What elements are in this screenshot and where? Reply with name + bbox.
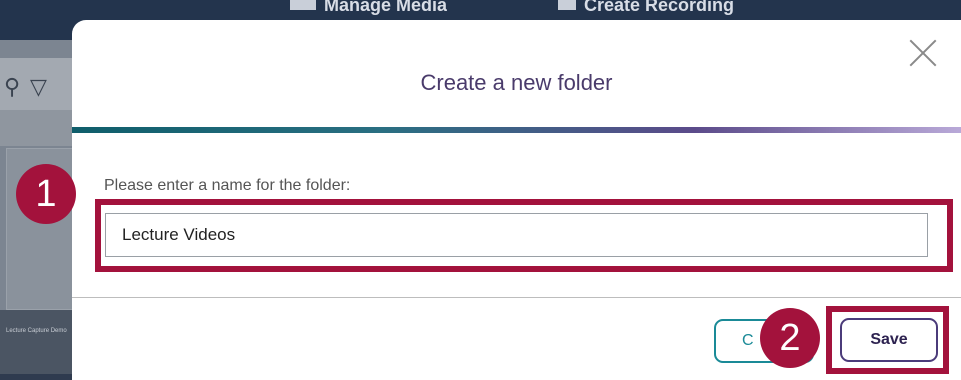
manage-media-tab[interactable]: Manage Media <box>290 0 447 20</box>
media-icon <box>290 0 316 10</box>
search-icon[interactable]: ⚲ <box>4 74 20 100</box>
folder-name-label: Please enter a name for the folder: <box>104 177 351 194</box>
close-icon[interactable] <box>906 36 940 70</box>
create-recording-label: Create Recording <box>584 0 735 15</box>
manage-media-label: Manage Media <box>324 0 448 15</box>
footer-divider <box>72 297 961 298</box>
create-recording-tab[interactable]: Create Recording <box>558 0 734 20</box>
folder-name-input[interactable] <box>105 213 928 257</box>
step-1-badge: 1 <box>16 164 76 224</box>
step-2-badge: 2 <box>760 308 820 368</box>
title-divider <box>72 127 961 133</box>
save-button[interactable]: Save <box>840 318 938 362</box>
dialog-title: Create a new folder <box>420 70 613 95</box>
create-folder-dialog: Create a new folder Please enter a name … <box>72 20 961 380</box>
recording-icon <box>558 0 576 10</box>
thumbnail-caption: Lecture Capture Demo <box>6 328 67 334</box>
filter-icon[interactable]: ▽ <box>30 74 47 100</box>
